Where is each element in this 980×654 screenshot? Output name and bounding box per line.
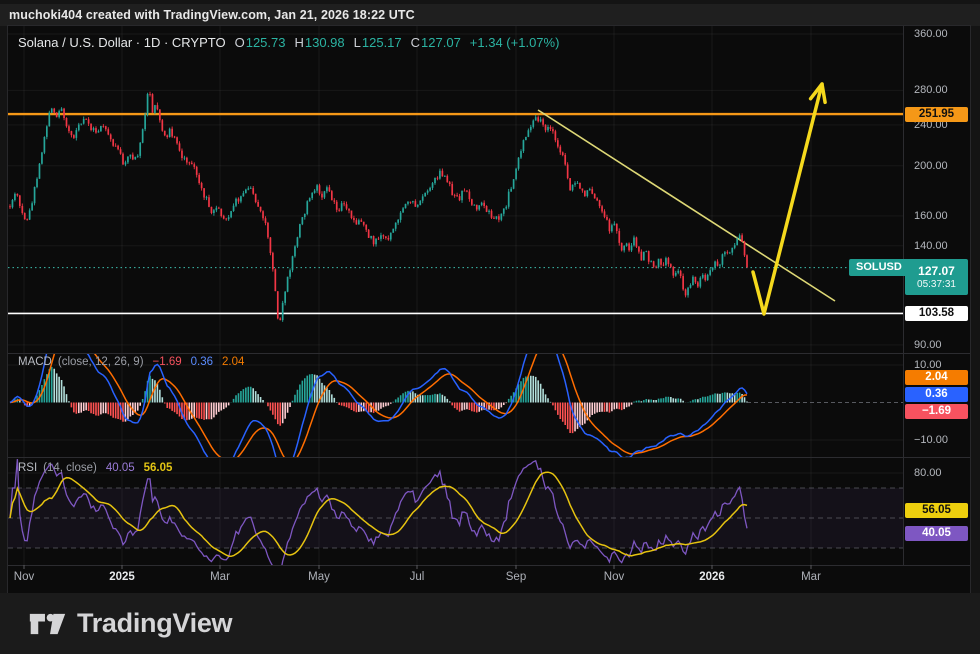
rsi-value: 40.05 (106, 462, 135, 474)
macd-hist-up-weak (20, 369, 747, 403)
time-axis-label: Nov (14, 571, 34, 583)
rsi-title: RSI (18, 462, 37, 474)
change-value: +1.34 (+1.07%) (470, 35, 560, 50)
price-tick-label: 280.00 (914, 84, 948, 96)
tradingview-brand-text[interactable]: TradingView (77, 608, 232, 639)
macd-signal-line (10, 329, 747, 463)
symbol-legend[interactable]: Solana / U.S. Dollar · 1D · CRYPTO O125.… (18, 35, 559, 50)
ohlc-close: C127.07 (411, 35, 461, 50)
attribution-bar: muchoki404 created with TradingView.com,… (0, 4, 980, 26)
macd-signal-value: 2.04 (222, 356, 244, 368)
down-candle-wicks (10, 92, 747, 321)
support-price-badge: 103.58 (905, 306, 968, 321)
macd-hist-up (10, 367, 740, 403)
rsi-value-badge: 40.05 (905, 526, 968, 541)
tradingview-logo-icon[interactable] (29, 611, 66, 637)
price-tick-label: 160.00 (914, 210, 948, 222)
logo-glyph-one (30, 613, 45, 633)
price-tick-label: 80.00 (914, 467, 942, 479)
macd-line-badge: 0.36 (905, 387, 968, 402)
time-axis-label: 2026 (699, 571, 725, 583)
projection-arrow (753, 84, 822, 314)
macd-hist-badge: −1.69 (905, 404, 968, 419)
ohlc-high: H130.98 (294, 35, 344, 50)
resistance-price-badge: 251.95 (905, 107, 968, 122)
rsi-ma-badge: 56.05 (905, 503, 968, 518)
time-axis[interactable]: Nov 2025 Mar May Jul Sep Nov 2026 Mar (8, 565, 970, 593)
price-tick-label: 90.00 (914, 339, 942, 351)
last-price-badge: 127.07 05:37:31 (905, 259, 968, 295)
bar-countdown: 05:37:31 (905, 279, 968, 290)
ohlc-low: L125.17 (354, 35, 402, 50)
time-axis-label: Jul (410, 571, 425, 583)
down-candle-bodies (9, 94, 748, 320)
footer-bar: TradingView (0, 593, 980, 654)
price-tick-label: 140.00 (914, 240, 948, 252)
macd-line-value: 0.36 (191, 356, 213, 368)
ohlc-open: O125.73 (235, 35, 286, 50)
macd-title: MACD (18, 356, 52, 368)
macd-hist-down (22, 403, 621, 434)
rsi-pane (8, 459, 903, 574)
price-tick-label: −10.00 (914, 434, 948, 446)
rsi-legend[interactable]: RSI (14, close) 40.05 56.05 (18, 462, 172, 474)
main-price-pane (8, 84, 903, 322)
macd-legend[interactable]: MACD (close, 12, 26, 9) −1.69 0.36 2.04 (18, 356, 244, 368)
price-tick-label: 200.00 (914, 160, 948, 172)
macd-params: (close, 12, 26, 9) (58, 356, 144, 368)
macd-pane (10, 313, 903, 476)
time-axis-label: Mar (801, 571, 821, 583)
up-candle-bodies (12, 94, 741, 320)
time-axis-label: Sep (506, 571, 526, 583)
attribution-text: muchoki404 created with TradingView.com,… (9, 8, 415, 22)
symbol-price-label-badge: SOLUSD (849, 259, 909, 276)
last-price-value: 127.07 (905, 264, 968, 278)
rsi-ma-value: 56.05 (144, 462, 173, 474)
price-chart-canvas[interactable] (8, 26, 970, 593)
price-tick-label: 360.00 (914, 28, 948, 40)
chart-panel: Solana / U.S. Dollar · 1D · CRYPTO O125.… (8, 26, 970, 593)
price-axis[interactable]: 251.95 127.07 05:37:31 103.58 2.04 0.36 … (903, 26, 970, 565)
macd-line (10, 313, 747, 476)
time-axis-label: May (308, 571, 330, 583)
symbol-title: Solana / U.S. Dollar · 1D · CRYPTO (18, 35, 226, 50)
time-axis-label: Nov (604, 571, 624, 583)
time-axis-label: 2025 (109, 571, 135, 583)
rsi-params: (14, close) (43, 462, 97, 474)
macd-signal-badge: 2.04 (905, 370, 968, 385)
macd-hist-value: −1.69 (153, 356, 182, 368)
time-axis-label: Mar (210, 571, 230, 583)
